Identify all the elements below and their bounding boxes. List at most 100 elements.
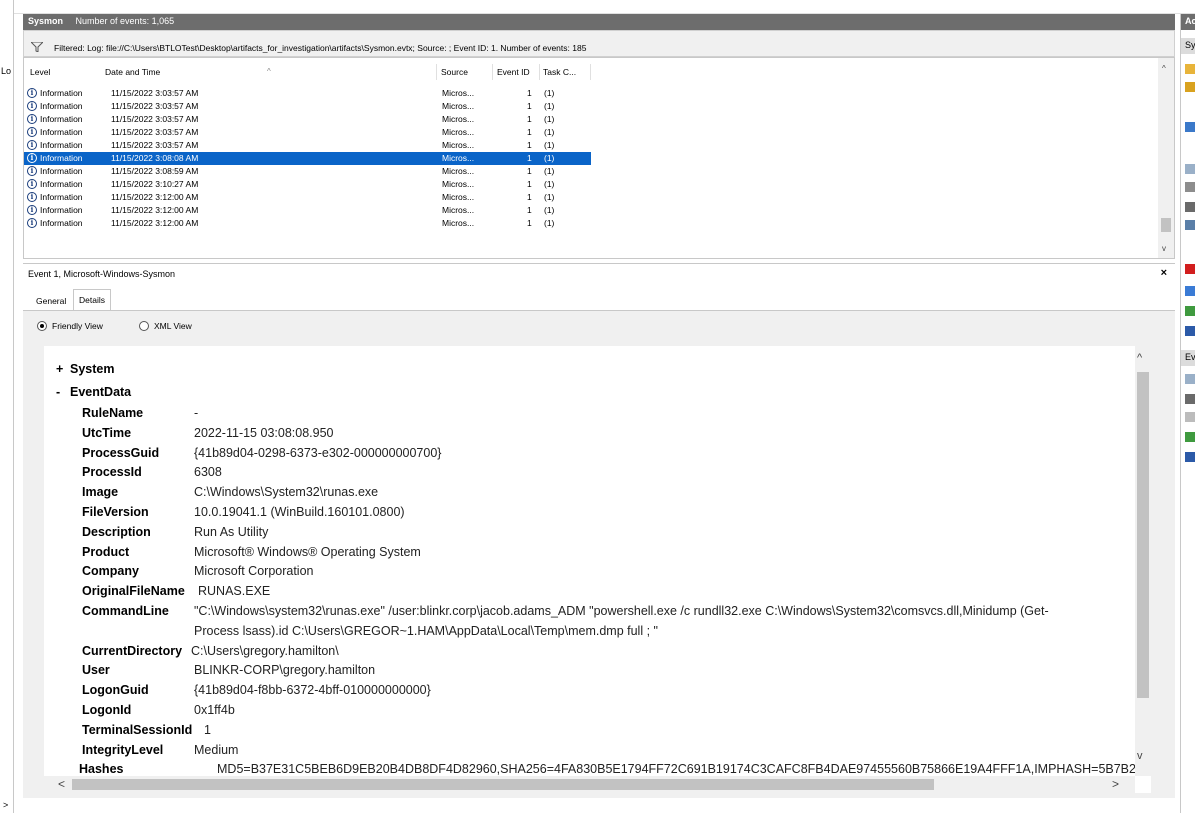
field-value-continued: Process lsass).id C:\Users\GREGOR~1.HAM\… bbox=[194, 623, 658, 638]
field-value: 2022-11-15 03:08:08.950 bbox=[194, 425, 334, 440]
system-section[interactable]: System bbox=[70, 362, 114, 376]
field-value: C:\Windows\System32\runas.exe bbox=[194, 485, 379, 500]
field-value: {41b89d04-f8bb-6372-4bff-010000000000} bbox=[194, 683, 431, 698]
row-date-time: 11/15/2022 3:03:57 AM bbox=[111, 127, 199, 137]
delete-icon[interactable] bbox=[1185, 264, 1195, 274]
table-row[interactable]: i Information 11/15/2022 3:03:57 AM Micros.… bbox=[24, 113, 591, 126]
row-event-id: 1 bbox=[527, 127, 532, 137]
event-list-scrollbar[interactable]: ^ v bbox=[1158, 58, 1174, 258]
information-icon: i bbox=[27, 153, 37, 163]
table-row[interactable]: i Information 11/15/2022 3:12:00 AM Micros.… bbox=[24, 191, 591, 204]
scroll-up-icon[interactable]: ^ bbox=[1162, 64, 1166, 73]
scroll-down-icon[interactable]: v bbox=[1162, 244, 1166, 253]
help-icon[interactable] bbox=[1185, 326, 1195, 336]
column-level[interactable]: Level bbox=[30, 67, 50, 77]
table-row[interactable]: i Information 11/15/2022 3:03:57 AM Micros.… bbox=[24, 100, 591, 113]
column-source[interactable]: Source bbox=[441, 67, 468, 77]
row-date-time: 11/15/2022 3:03:57 AM bbox=[111, 101, 199, 111]
row-event-id: 1 bbox=[527, 192, 532, 202]
table-row[interactable]: i Information 11/15/2022 3:03:57 AM Micros.… bbox=[24, 87, 591, 100]
save-icon[interactable] bbox=[1185, 202, 1195, 212]
expand-chevron-icon[interactable]: > bbox=[3, 800, 8, 810]
copy-icon[interactable] bbox=[1185, 412, 1195, 422]
find-icon[interactable] bbox=[1185, 182, 1195, 192]
rename-icon[interactable] bbox=[1185, 286, 1195, 296]
event-count: Number of events: 1,065 bbox=[75, 16, 175, 26]
row-source: Micros... bbox=[442, 101, 475, 111]
event-detail-title-bar: Event 1, Microsoft-Windows-Sysmon × bbox=[23, 263, 1175, 283]
row-date-time: 11/15/2022 3:03:57 AM bbox=[111, 88, 199, 98]
table-row[interactable]: i Information 11/15/2022 3:03:57 AM Micros.… bbox=[24, 126, 591, 139]
column-event-id[interactable]: Event ID bbox=[497, 67, 530, 77]
filter-log-icon[interactable] bbox=[1185, 122, 1195, 132]
row-event-id: 1 bbox=[527, 205, 532, 215]
friendly-view-label[interactable]: Friendly View bbox=[52, 321, 103, 331]
field-value: Microsoft Corporation bbox=[194, 564, 314, 579]
row-task-category: (1) bbox=[544, 153, 555, 163]
xml-view-label[interactable]: XML View bbox=[154, 321, 192, 331]
eventdata-section[interactable]: EventData bbox=[70, 385, 131, 399]
field-key: Image bbox=[82, 485, 119, 500]
field-key: LogonGuid bbox=[82, 683, 149, 698]
scroll-right-icon[interactable]: > bbox=[1112, 777, 1119, 791]
column-date-time[interactable]: Date and Time bbox=[105, 67, 160, 77]
table-row[interactable]: i Information 11/15/2022 3:08:59 AM Micros.… bbox=[24, 165, 591, 178]
table-row[interactable]: i Information 11/15/2022 3:10:27 AM Micros.… bbox=[24, 178, 591, 191]
field-value: {41b89d04-0298-6373-e302-000000000700} bbox=[194, 445, 442, 460]
expand-system-icon[interactable]: + bbox=[56, 362, 63, 376]
actions-header: Ac bbox=[1181, 14, 1195, 30]
create-view-icon[interactable] bbox=[1185, 82, 1195, 92]
xml-view-radio[interactable] bbox=[139, 321, 149, 331]
collapse-eventdata-icon[interactable]: - bbox=[56, 385, 60, 399]
row-date-time: 11/15/2022 3:03:57 AM bbox=[111, 140, 199, 150]
event-list-header: Level Date and Time ^ Source Event ID Ta… bbox=[24, 62, 1159, 80]
row-level: Information bbox=[40, 114, 83, 124]
row-level: Information bbox=[40, 218, 83, 228]
scroll-thumb[interactable] bbox=[1161, 218, 1171, 232]
row-level: Information bbox=[40, 101, 83, 111]
tab-details[interactable]: Details bbox=[73, 289, 111, 310]
view-options: Friendly View XML View bbox=[23, 315, 723, 337]
actions-log-section[interactable]: Sy bbox=[1181, 38, 1195, 54]
row-source: Micros... bbox=[442, 88, 475, 98]
table-row[interactable]: i Information 11/15/2022 3:08:08 AM Micros.… bbox=[24, 152, 591, 165]
tab-general[interactable]: General bbox=[31, 291, 71, 310]
event-data-vertical-scrollbar[interactable]: ^ v bbox=[1135, 346, 1151, 776]
row-task-category: (1) bbox=[544, 114, 555, 124]
table-row[interactable]: i Information 11/15/2022 3:12:00 AM Micros.… bbox=[24, 217, 591, 230]
actions-event-section[interactable]: Ev bbox=[1181, 350, 1195, 366]
row-task-category: (1) bbox=[544, 166, 555, 176]
information-icon: i bbox=[27, 218, 37, 228]
event-list[interactable]: Level Date and Time ^ Source Event ID Ta… bbox=[23, 57, 1175, 259]
table-row[interactable]: i Information 11/15/2022 3:12:00 AM Micros.… bbox=[24, 204, 591, 217]
help-event-icon[interactable] bbox=[1185, 452, 1195, 462]
attach-task-icon[interactable] bbox=[1185, 220, 1195, 230]
scroll-thumb[interactable] bbox=[72, 779, 934, 790]
properties-icon[interactable] bbox=[1185, 164, 1195, 174]
sort-caret-icon: ^ bbox=[267, 67, 271, 76]
filter-icon bbox=[31, 42, 43, 52]
table-row[interactable]: i Information 11/15/2022 3:03:57 AM Micros.… bbox=[24, 139, 591, 152]
field-value: Medium bbox=[194, 742, 239, 757]
refresh-icon[interactable] bbox=[1185, 306, 1195, 316]
open-log-icon[interactable] bbox=[1185, 64, 1195, 74]
scroll-down-icon[interactable]: v bbox=[1137, 750, 1143, 762]
field-key: OriginalFileName bbox=[82, 584, 185, 599]
column-task-category[interactable]: Task C... bbox=[543, 67, 576, 77]
information-icon: i bbox=[27, 205, 37, 215]
close-icon[interactable]: × bbox=[1161, 267, 1167, 279]
refresh-event-icon[interactable] bbox=[1185, 432, 1195, 442]
event-data-horizontal-scrollbar[interactable]: < > bbox=[44, 776, 1135, 793]
friendly-view-radio[interactable] bbox=[37, 321, 47, 331]
row-date-time: 11/15/2022 3:12:00 AM bbox=[111, 205, 199, 215]
scroll-left-icon[interactable]: < bbox=[58, 777, 65, 791]
row-event-id: 1 bbox=[527, 114, 532, 124]
row-level: Information bbox=[40, 179, 83, 189]
scroll-thumb[interactable] bbox=[1137, 372, 1149, 698]
row-task-category: (1) bbox=[544, 179, 555, 189]
scroll-up-icon[interactable]: ^ bbox=[1137, 352, 1142, 364]
event-properties-icon[interactable] bbox=[1185, 374, 1195, 384]
attach-task-event-icon[interactable] bbox=[1185, 394, 1195, 404]
field-key: IntegrityLevel bbox=[82, 742, 164, 757]
event-data-panel: + System - EventData RuleName - UtcTime 202… bbox=[44, 346, 1151, 793]
